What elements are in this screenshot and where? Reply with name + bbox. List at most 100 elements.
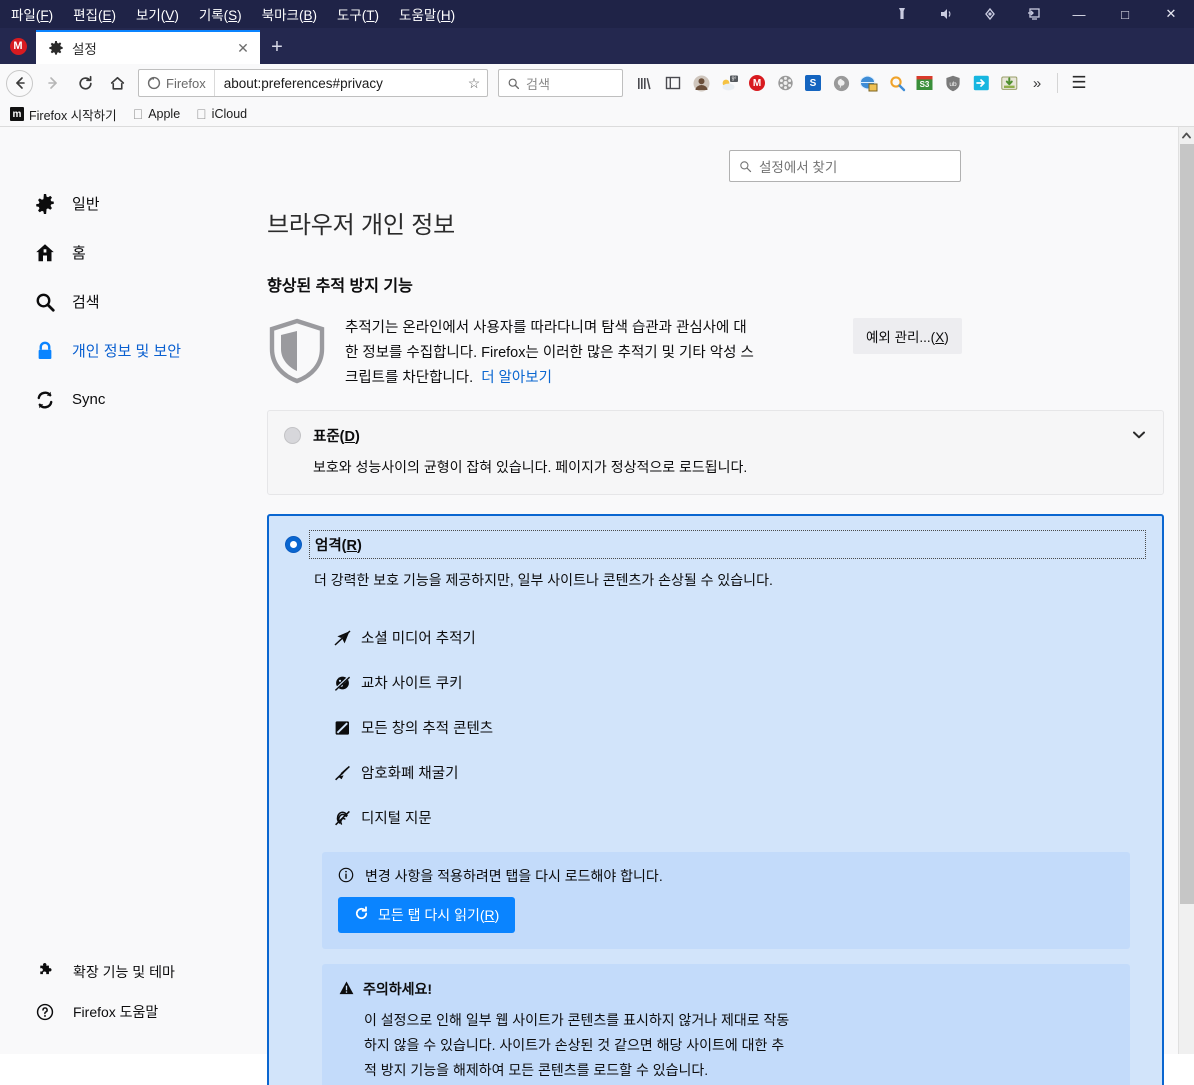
back-icon[interactable] bbox=[6, 69, 33, 97]
blocked-item-cross-site-cookies: 교차 사이트 쿠키 bbox=[333, 660, 1146, 705]
sidebar-item-label: 홈 bbox=[72, 245, 86, 262]
standard-option-header: 표준(D) bbox=[284, 425, 1147, 446]
tab-settings[interactable]: 설정 ✕ bbox=[36, 30, 260, 64]
tracking-content-blocked-icon bbox=[333, 720, 351, 736]
learn-more-link[interactable]: 더 알아보기 bbox=[481, 370, 552, 386]
overflow-chevron-icon[interactable]: » bbox=[1023, 69, 1051, 97]
extensions-row: 9° M S S3 ub » bbox=[631, 69, 1051, 97]
blocked-item-label: 암호화폐 채굴기 bbox=[361, 766, 459, 782]
warning-heading-row: 주의하세요! bbox=[339, 979, 1113, 999]
menu-history[interactable]: 기록(S) bbox=[196, 2, 245, 26]
speaker-icon[interactable] bbox=[924, 0, 968, 28]
forward-icon[interactable] bbox=[38, 68, 68, 98]
blocked-item-label: 교차 사이트 쿠키 bbox=[361, 676, 463, 692]
identity-box[interactable]: Firefox bbox=[139, 70, 215, 96]
close-button[interactable]: ✕ bbox=[1148, 0, 1194, 28]
maximize-button[interactable]: □ bbox=[1102, 0, 1148, 28]
radio-standard[interactable] bbox=[284, 427, 301, 444]
home-icon[interactable] bbox=[102, 68, 132, 98]
svg-text:S3: S3 bbox=[920, 80, 930, 89]
bookmark-icloud[interactable]:  iCloud bbox=[196, 107, 247, 121]
url-bar[interactable]: Firefox about:preferences#privacy ☆ bbox=[138, 69, 488, 97]
search-extension-icon[interactable] bbox=[883, 69, 911, 97]
sidebar-icon[interactable] bbox=[659, 69, 687, 97]
puzzle-icon bbox=[34, 963, 56, 981]
ublock-shield-icon[interactable]: ub bbox=[939, 69, 967, 97]
sync-icon bbox=[34, 390, 56, 410]
protection-option-strict[interactable]: 엄격(R) 더 강력한 보호 기능을 제공하지만, 일부 사이트나 콘텐츠가 손… bbox=[267, 514, 1164, 1085]
cast-icon[interactable] bbox=[1012, 0, 1056, 28]
section-title: 향상된 추적 방지 기능 bbox=[267, 278, 413, 295]
sidebar-item-general[interactable]: 일반 bbox=[34, 179, 255, 228]
apple-icon:  bbox=[196, 107, 207, 121]
strict-option-header: 엄격(R) bbox=[285, 530, 1146, 559]
search-bar[interactable]: 검색 bbox=[498, 69, 623, 97]
sidebar-item-privacy-security[interactable]: 개인 정보 및 보안 bbox=[34, 326, 255, 375]
globe-extension-icon[interactable] bbox=[855, 69, 883, 97]
infobar-message: 변경 사항을 적용하려면 탭을 다시 로드해야 합니다. bbox=[365, 868, 663, 884]
diamond-icon[interactable] bbox=[968, 0, 1012, 28]
svg-text:9°: 9° bbox=[731, 76, 736, 82]
manage-exceptions-button[interactable]: 예외 관리...(X) bbox=[853, 318, 962, 354]
s3-extension-icon[interactable]: S3 bbox=[911, 69, 939, 97]
menu-file[interactable]: 파일(F) bbox=[8, 2, 56, 26]
sidebar-item-extensions-themes[interactable]: 확장 기능 및 테마 bbox=[34, 952, 255, 992]
reload-all-tabs-button[interactable]: 모든 탭 다시 읽기(R) bbox=[338, 897, 516, 933]
scroll-up-button[interactable] bbox=[1179, 127, 1194, 144]
home-icon bbox=[34, 243, 56, 263]
film-extension-icon[interactable] bbox=[771, 69, 799, 97]
search-icon bbox=[34, 292, 56, 312]
find-in-settings-input[interactable]: 설정에서 찾기 bbox=[729, 150, 961, 182]
chevron-down-icon[interactable] bbox=[1133, 430, 1145, 442]
minimize-button[interactable]: — bbox=[1056, 0, 1102, 28]
library-icon[interactable] bbox=[631, 69, 659, 97]
transfer-extension-icon[interactable] bbox=[967, 69, 995, 97]
intro-line-3: 크립트를 차단합니다. bbox=[345, 370, 474, 386]
bookmark-firefox-start[interactable]: m Firefox 시작하기 bbox=[10, 105, 117, 124]
page-scrollbar[interactable] bbox=[1178, 127, 1194, 1054]
wrench-icon[interactable] bbox=[880, 0, 924, 28]
s-extension-icon[interactable]: S bbox=[799, 69, 827, 97]
menu-view[interactable]: 보기(V) bbox=[133, 2, 182, 26]
sidebar-item-label: 확장 기능 및 테마 bbox=[73, 964, 175, 980]
mail-extension-icon[interactable]: M bbox=[743, 69, 771, 97]
app-menu-icon[interactable]: ☰ bbox=[1064, 68, 1094, 98]
menu-edit[interactable]: 편집(E) bbox=[70, 2, 119, 26]
new-tab-button[interactable]: + bbox=[260, 30, 294, 64]
lock-icon bbox=[34, 341, 56, 361]
protection-option-standard[interactable]: 표준(D) 보호와 성능사이의 균형이 잡혀 있습니다. 페이지가 정상적으로 … bbox=[267, 410, 1164, 495]
sidebar-item-search[interactable]: 검색 bbox=[34, 277, 255, 326]
menu-tools[interactable]: 도구(T) bbox=[334, 2, 382, 26]
bookmark-apple[interactable]:  Apple bbox=[133, 107, 180, 121]
sidebar-item-label: 개인 정보 및 보안 bbox=[72, 343, 182, 360]
sidebar-item-label: 일반 bbox=[72, 196, 100, 213]
cookie-blocked-icon bbox=[333, 674, 351, 691]
intro-line-1: 추적기는 온라인에서 사용자를 따라다니며 탐색 습관과 관심사에 대 bbox=[345, 320, 747, 336]
url-input[interactable]: about:preferences#privacy bbox=[215, 76, 461, 91]
radio-strict[interactable] bbox=[285, 536, 302, 553]
shield-icon bbox=[267, 316, 327, 384]
standard-option-label: 표준(D) bbox=[313, 429, 360, 445]
menu-bookmarks[interactable]: 북마크(B) bbox=[259, 2, 320, 26]
sidebar-item-firefox-help[interactable]: Firefox 도움말 bbox=[34, 992, 255, 1032]
search-placeholder: 검색 bbox=[526, 76, 550, 92]
close-icon[interactable]: ✕ bbox=[234, 39, 252, 57]
warning-body: 이 설정으로 인해 일부 웹 사이트가 콘텐츠를 표시하지 않거나 제대로 작동… bbox=[364, 1008, 879, 1085]
reload-icon[interactable] bbox=[70, 68, 100, 98]
page-title: 브라우저 개인 정보 bbox=[267, 212, 455, 239]
sidebar-item-label: Firefox 도움말 bbox=[73, 1004, 159, 1020]
scrollbar-thumb[interactable] bbox=[1180, 144, 1194, 904]
tab-title: 설정 bbox=[72, 42, 97, 57]
weather-extension-icon[interactable]: 9° bbox=[715, 69, 743, 97]
sidebar-item-label: 검색 bbox=[72, 294, 100, 311]
account-avatar-icon[interactable] bbox=[687, 69, 715, 97]
bookmark-star-icon[interactable]: ☆ bbox=[461, 75, 487, 92]
blocked-item-social-trackers: 소셜 미디어 추적기 bbox=[333, 615, 1146, 660]
sidebar-item-sync[interactable]: Sync bbox=[34, 375, 255, 424]
download-extension-icon[interactable] bbox=[995, 69, 1023, 97]
pinterest-icon[interactable] bbox=[827, 69, 855, 97]
sidebar-item-home[interactable]: 홈 bbox=[34, 228, 255, 277]
help-icon bbox=[34, 1003, 56, 1021]
blocked-item-label: 디지털 지문 bbox=[361, 811, 432, 827]
menu-help[interactable]: 도움말(H) bbox=[396, 2, 458, 26]
